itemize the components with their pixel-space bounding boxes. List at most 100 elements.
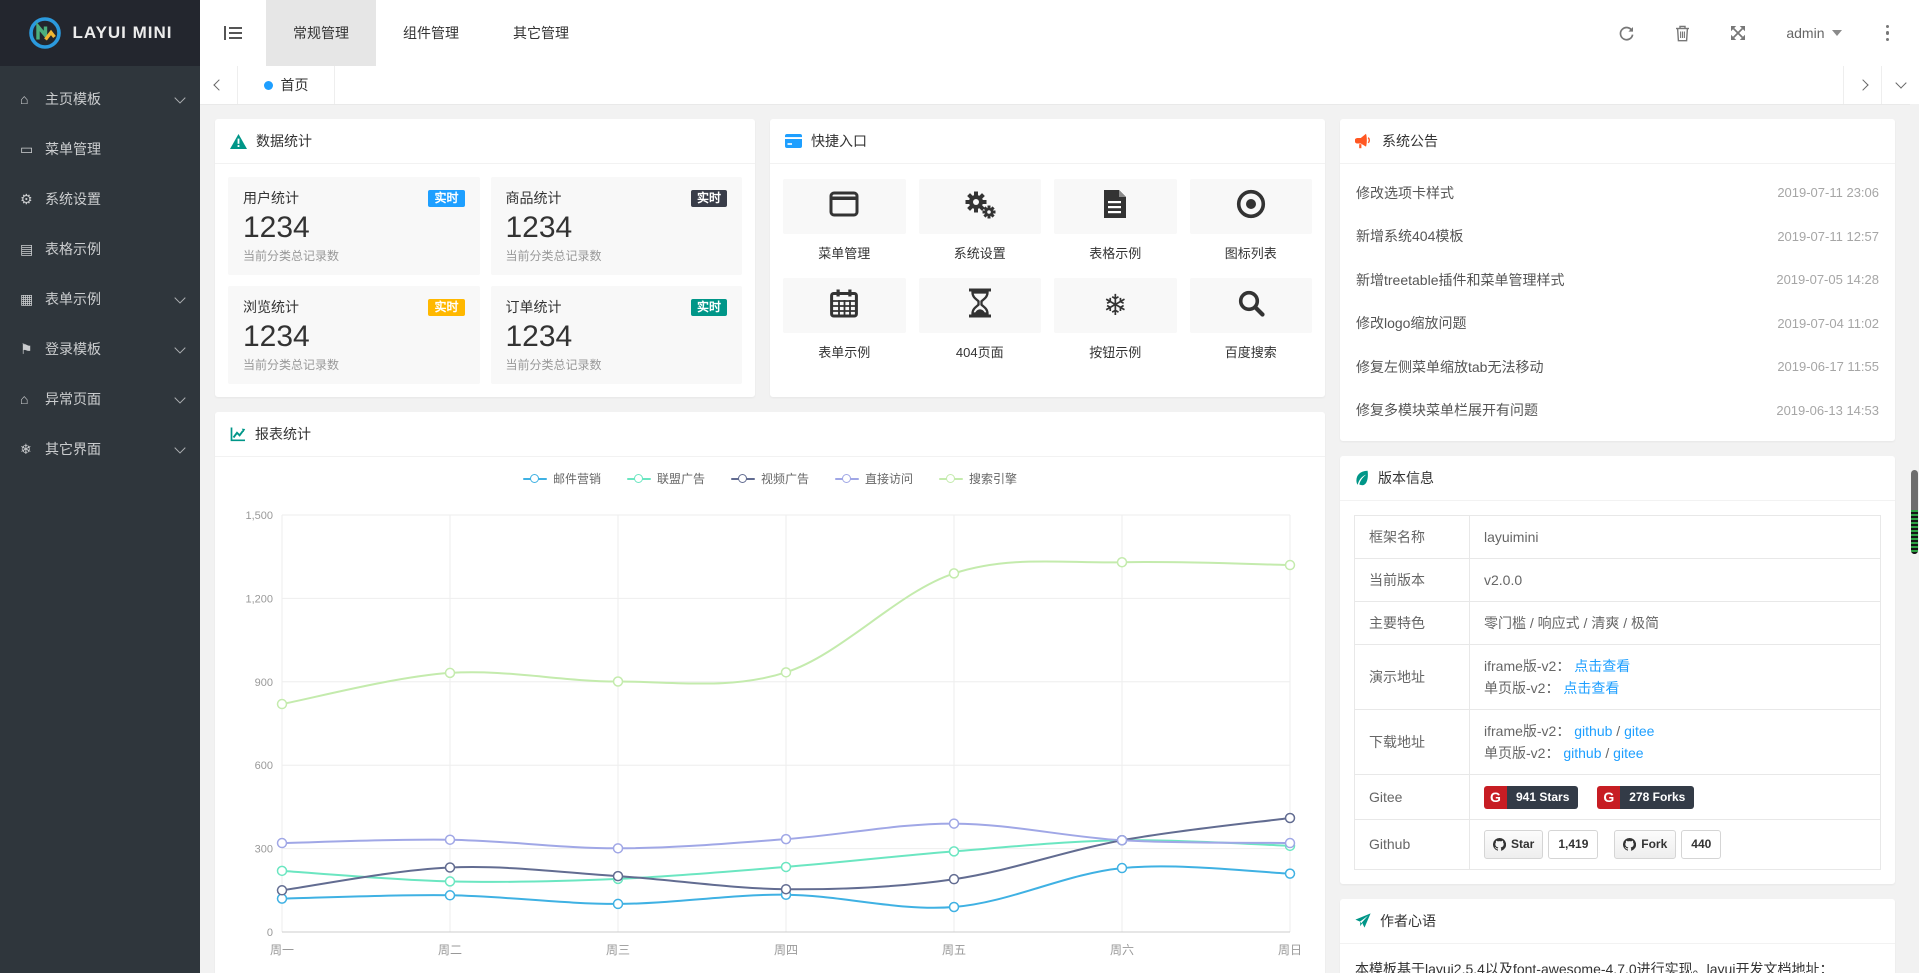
- stat-desc: 当前分类总记录数: [506, 356, 728, 373]
- announcement-item[interactable]: 修改选项卡样式 2019-07-11 23:06: [1356, 171, 1879, 215]
- tab-general-management[interactable]: 常规管理: [266, 0, 376, 66]
- sidebar-item-login-template[interactable]: ⚑ 登录模板: [0, 324, 200, 374]
- realtime-badge: 实时: [428, 190, 464, 207]
- top-header: 常规管理 组件管理 其它管理: [200, 0, 1919, 67]
- sidebar-item-table-example[interactable]: ▤ 表格示例: [0, 224, 200, 274]
- legend-item[interactable]: 联盟广告: [627, 470, 705, 487]
- tab-homepage[interactable]: 首页: [238, 66, 335, 104]
- scroll-tabs-right-button[interactable]: [1843, 66, 1881, 104]
- announcement-item[interactable]: 修复左侧菜单缩放tab无法移动 2019-06-17 11:55: [1356, 345, 1879, 389]
- stat-box-products: 商品统计 实时 1234 当前分类总记录数: [491, 177, 743, 275]
- legend-line-icon: [835, 474, 859, 484]
- shortcut-menu-management[interactable]: 菜单管理: [783, 179, 906, 262]
- leaf-icon: [1355, 470, 1369, 486]
- github-star-count[interactable]: 1,419: [1548, 830, 1598, 859]
- demo-spa-link[interactable]: 点击查看: [1563, 680, 1619, 696]
- shortcut-table-example[interactable]: 表格示例: [1054, 179, 1177, 262]
- page-tabbar: 首页: [200, 66, 1919, 105]
- sidebar-item-error-pages[interactable]: ⌂ 异常页面: [0, 374, 200, 424]
- download-gitee-link[interactable]: gitee: [1613, 745, 1643, 761]
- stat-box-orders: 订单统计 实时 1234 当前分类总记录数: [491, 286, 743, 384]
- calendar-icon: [830, 289, 858, 323]
- version-info-card: 版本信息 框架名称 layuimini 当前版本 v2.0.0: [1340, 456, 1895, 884]
- gitee-stars-badge[interactable]: G 941 Stars: [1484, 786, 1578, 809]
- shortcut-icon-list[interactable]: 图标列表: [1190, 179, 1313, 262]
- card-title: 报表统计: [255, 424, 311, 444]
- stat-label: 订单统计: [506, 297, 562, 317]
- hourglass-icon: [967, 288, 993, 323]
- chevron-down-icon: [174, 292, 185, 303]
- active-tab-dot-icon: [264, 81, 273, 90]
- download-github-link[interactable]: github: [1563, 745, 1601, 761]
- refresh-button[interactable]: [1618, 25, 1635, 42]
- card-header: 系统公告: [1340, 119, 1895, 164]
- row-label: 下载地址: [1355, 710, 1470, 775]
- system-announcements-card: 系统公告 修改选项卡样式 2019-07-11 23:06 新增系统404模板 …: [1340, 119, 1895, 441]
- demo-iframe-link[interactable]: 点击查看: [1574, 658, 1630, 674]
- file-icon: ▤: [20, 241, 45, 258]
- tab-component-management[interactable]: 组件管理: [376, 0, 486, 66]
- tab-other-management[interactable]: 其它管理: [486, 0, 596, 66]
- legend-item[interactable]: 邮件营销: [523, 470, 601, 487]
- github-fork-button[interactable]: Fork: [1614, 830, 1676, 859]
- gears-icon: ⚙: [20, 191, 45, 208]
- layuimini-app: LAYUI MINI ⌂ 主页模板 ▭ 菜单管理 ⚙ 系统设置 ▤ 表格示例 ▦: [0, 0, 1919, 973]
- github-fork-count[interactable]: 440: [1681, 830, 1721, 859]
- announcement-item[interactable]: 修复多模块菜单栏展开有问题 2019-06-13 14:53: [1356, 389, 1879, 433]
- shortcut-form-example[interactable]: 表单示例: [783, 278, 906, 361]
- card-title: 数据统计: [256, 131, 312, 151]
- sidebar-item-home-template[interactable]: ⌂ 主页模板: [0, 74, 200, 124]
- legend-item[interactable]: 搜索引擎: [939, 470, 1017, 487]
- card-header: 数据统计: [215, 119, 755, 164]
- scrollbar-thumb[interactable]: [1911, 470, 1918, 554]
- collapse-sidebar-button[interactable]: [200, 0, 266, 66]
- sidebar: LAYUI MINI ⌂ 主页模板 ▭ 菜单管理 ⚙ 系统设置 ▤ 表格示例 ▦: [0, 0, 200, 973]
- svg-text:900: 900: [255, 677, 273, 689]
- announcement-item[interactable]: 修改logo缩放问题 2019-07-04 11:02: [1356, 302, 1879, 346]
- shortcut-system-settings[interactable]: 系统设置: [919, 179, 1042, 262]
- outdent-icon: [224, 25, 242, 41]
- announcement-item[interactable]: 新增treetable插件和菜单管理样式 2019-07-05 14:28: [1356, 258, 1879, 302]
- tab-operations-dropdown[interactable]: [1881, 66, 1919, 104]
- trash-icon: [1675, 25, 1690, 42]
- row-label: 主要特色: [1355, 602, 1470, 645]
- github-icon: [1493, 838, 1506, 851]
- window-icon: ▭: [20, 141, 45, 158]
- legend-line-icon: [939, 474, 963, 484]
- header-nav: 常规管理 组件管理 其它管理: [266, 0, 596, 66]
- scroll-tabs-left-button[interactable]: [200, 66, 238, 104]
- sidebar-item-other-ui[interactable]: ❄ 其它界面: [0, 424, 200, 474]
- warning-triangle-icon: [230, 134, 247, 149]
- sidebar-item-menu-management[interactable]: ▭ 菜单管理: [0, 124, 200, 174]
- gitee-badges: G 941 Stars G 278 Forks: [1470, 775, 1881, 820]
- sidebar-item-form-example[interactable]: ▦ 表单示例: [0, 274, 200, 324]
- user-menu[interactable]: admin: [1786, 25, 1841, 41]
- legend-label: 搜索引擎: [969, 470, 1017, 487]
- announcement-item[interactable]: 新增系统404模板 2019-07-11 12:57: [1356, 215, 1879, 259]
- clear-cache-button[interactable]: [1675, 25, 1690, 42]
- github-star-button[interactable]: Star: [1484, 830, 1543, 859]
- chevron-down-icon: [174, 392, 185, 403]
- sidebar-item-system-settings[interactable]: ⚙ 系统设置: [0, 174, 200, 224]
- stat-label: 用户统计: [243, 188, 299, 208]
- github-widgets: Star 1,419 Fork: [1470, 819, 1881, 869]
- shortcut-baidu-search[interactable]: 百度搜索: [1190, 278, 1313, 361]
- download-github-link[interactable]: github: [1574, 723, 1612, 739]
- more-options-button[interactable]: [1882, 21, 1894, 46]
- bullhorn-icon: [1355, 133, 1373, 149]
- download-gitee-link[interactable]: gitee: [1624, 723, 1654, 739]
- stat-value: 1234: [243, 211, 465, 245]
- paper-plane-icon: [1355, 913, 1371, 928]
- shortcut-404-page[interactable]: 404页面: [919, 278, 1042, 361]
- fullscreen-button[interactable]: [1730, 25, 1746, 41]
- main-content: 数据统计 用户统计 实时 1234 当前分类总记录数: [200, 104, 1910, 973]
- legend-item[interactable]: 直接访问: [835, 470, 913, 487]
- chevron-down-icon: [174, 92, 185, 103]
- download-links: iframe版-v2： github / gitee 单页版-v2： githu…: [1470, 710, 1881, 775]
- shortcut-button-example[interactable]: ❄ 按钮示例: [1054, 278, 1177, 361]
- gitee-forks-badge[interactable]: G 278 Forks: [1597, 786, 1694, 809]
- line-chart-icon: [230, 426, 246, 442]
- chevron-down-icon: [174, 442, 185, 453]
- legend-item[interactable]: 视频广告: [731, 470, 809, 487]
- github-icon: [1623, 838, 1636, 851]
